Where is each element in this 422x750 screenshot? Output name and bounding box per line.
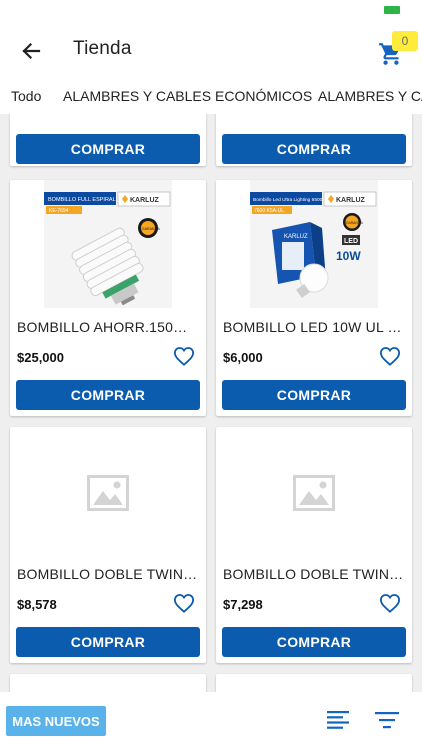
tab-todo[interactable]: Todo xyxy=(11,88,41,104)
product-grid: COMPRAR COMPRAR BOMBILLO FULL ESPIRAL 15… xyxy=(0,114,422,692)
buy-button[interactable]: COMPRAR xyxy=(16,134,200,164)
buy-button[interactable]: COMPRAR xyxy=(222,380,406,410)
watt-label: 10W xyxy=(336,249,361,263)
brand-logo-text: KARLUZ xyxy=(130,197,159,204)
product-image[interactable] xyxy=(216,427,412,555)
product-image[interactable]: BOMBILLO FULL ESPIRAL 150W KE-7694 KARLU… xyxy=(44,180,172,308)
product-card xyxy=(10,674,206,692)
tab-alambres-cables-economicos[interactable]: ALAMBRES Y CABLES ECONÓMICOS xyxy=(63,88,312,104)
buy-button[interactable]: COMPRAR xyxy=(16,627,200,657)
product-code: KE-7694 xyxy=(49,208,69,214)
heart-outline-icon[interactable] xyxy=(173,593,195,613)
filter-icon[interactable] xyxy=(375,711,399,729)
product-card: BOMBILLO DOBLE TWIN 13W $7,298 COMPRAR xyxy=(216,427,412,663)
heart-outline-icon[interactable] xyxy=(379,593,401,613)
bottom-bar: MAS NUEVOS xyxy=(0,692,422,750)
heart-outline-icon[interactable] xyxy=(379,346,401,366)
warranty-seal: GARANTÍA xyxy=(142,227,161,231)
list-icon[interactable] xyxy=(327,711,349,729)
tab-alambres-cables[interactable]: ALAMBRES Y CABLES xyxy=(318,88,422,104)
product-name[interactable]: BOMBILLO DOBLE TWIN 15W xyxy=(17,566,199,582)
product-name[interactable]: BOMBILLO DOBLE TWIN 13W xyxy=(223,566,405,582)
status-bar xyxy=(0,0,422,22)
product-card xyxy=(216,674,412,692)
product-card: BOMBILLO FULL ESPIRAL 150W KE-7694 KARLU… xyxy=(10,180,206,416)
image-placeholder-icon xyxy=(293,475,335,511)
product-card: COMPRAR xyxy=(10,114,206,166)
warranty-seal: GARANTÍA xyxy=(346,221,364,225)
arrow-left-icon xyxy=(22,42,41,60)
product-card: BOMBILLO DOBLE TWIN 15W $8,578 COMPRAR xyxy=(10,427,206,663)
heart-outline-icon[interactable] xyxy=(173,346,195,366)
brand-logo-text: KARLUZ xyxy=(336,197,365,204)
product-price: $6,000 xyxy=(223,350,263,365)
product-image[interactable] xyxy=(10,427,206,555)
product-banner: Bombillo Led Ultra Lighting 6500k xyxy=(253,197,325,203)
product-price: $25,000 xyxy=(17,350,64,365)
buy-button[interactable]: COMPRAR xyxy=(222,627,406,657)
battery-icon xyxy=(384,6,400,14)
product-name[interactable]: BOMBILLO AHORR.150W FULL ESPIRAL xyxy=(17,319,199,335)
buy-button[interactable]: COMPRAR xyxy=(222,134,406,164)
product-price: $7,298 xyxy=(223,597,263,612)
box-brand-text: KARLUZ xyxy=(284,234,308,240)
category-tabs: Todo ALAMBRES Y CABLES ECONÓMICOS ALAMBR… xyxy=(0,80,422,114)
buy-button[interactable]: COMPRAR xyxy=(16,380,200,410)
page-title: Tienda xyxy=(73,38,132,59)
product-card: COMPRAR xyxy=(216,114,412,166)
sort-newest-button[interactable]: MAS NUEVOS xyxy=(6,706,106,736)
cart-count-badge: 0 xyxy=(392,31,418,51)
product-price: $8,578 xyxy=(17,597,57,612)
product-code: 7600 K5A-UL xyxy=(254,208,284,214)
image-placeholder-icon xyxy=(87,475,129,511)
product-name[interactable]: BOMBILLO LED 10W UL 6500K xyxy=(223,319,405,335)
led-label: LED xyxy=(344,238,358,245)
app-bar: Tienda 0 xyxy=(0,22,422,78)
product-card: Bombillo Led Ultra Lighting 6500k 7600 K… xyxy=(216,180,412,416)
back-button[interactable] xyxy=(14,34,48,68)
product-image[interactable]: Bombillo Led Ultra Lighting 6500k 7600 K… xyxy=(250,180,378,308)
